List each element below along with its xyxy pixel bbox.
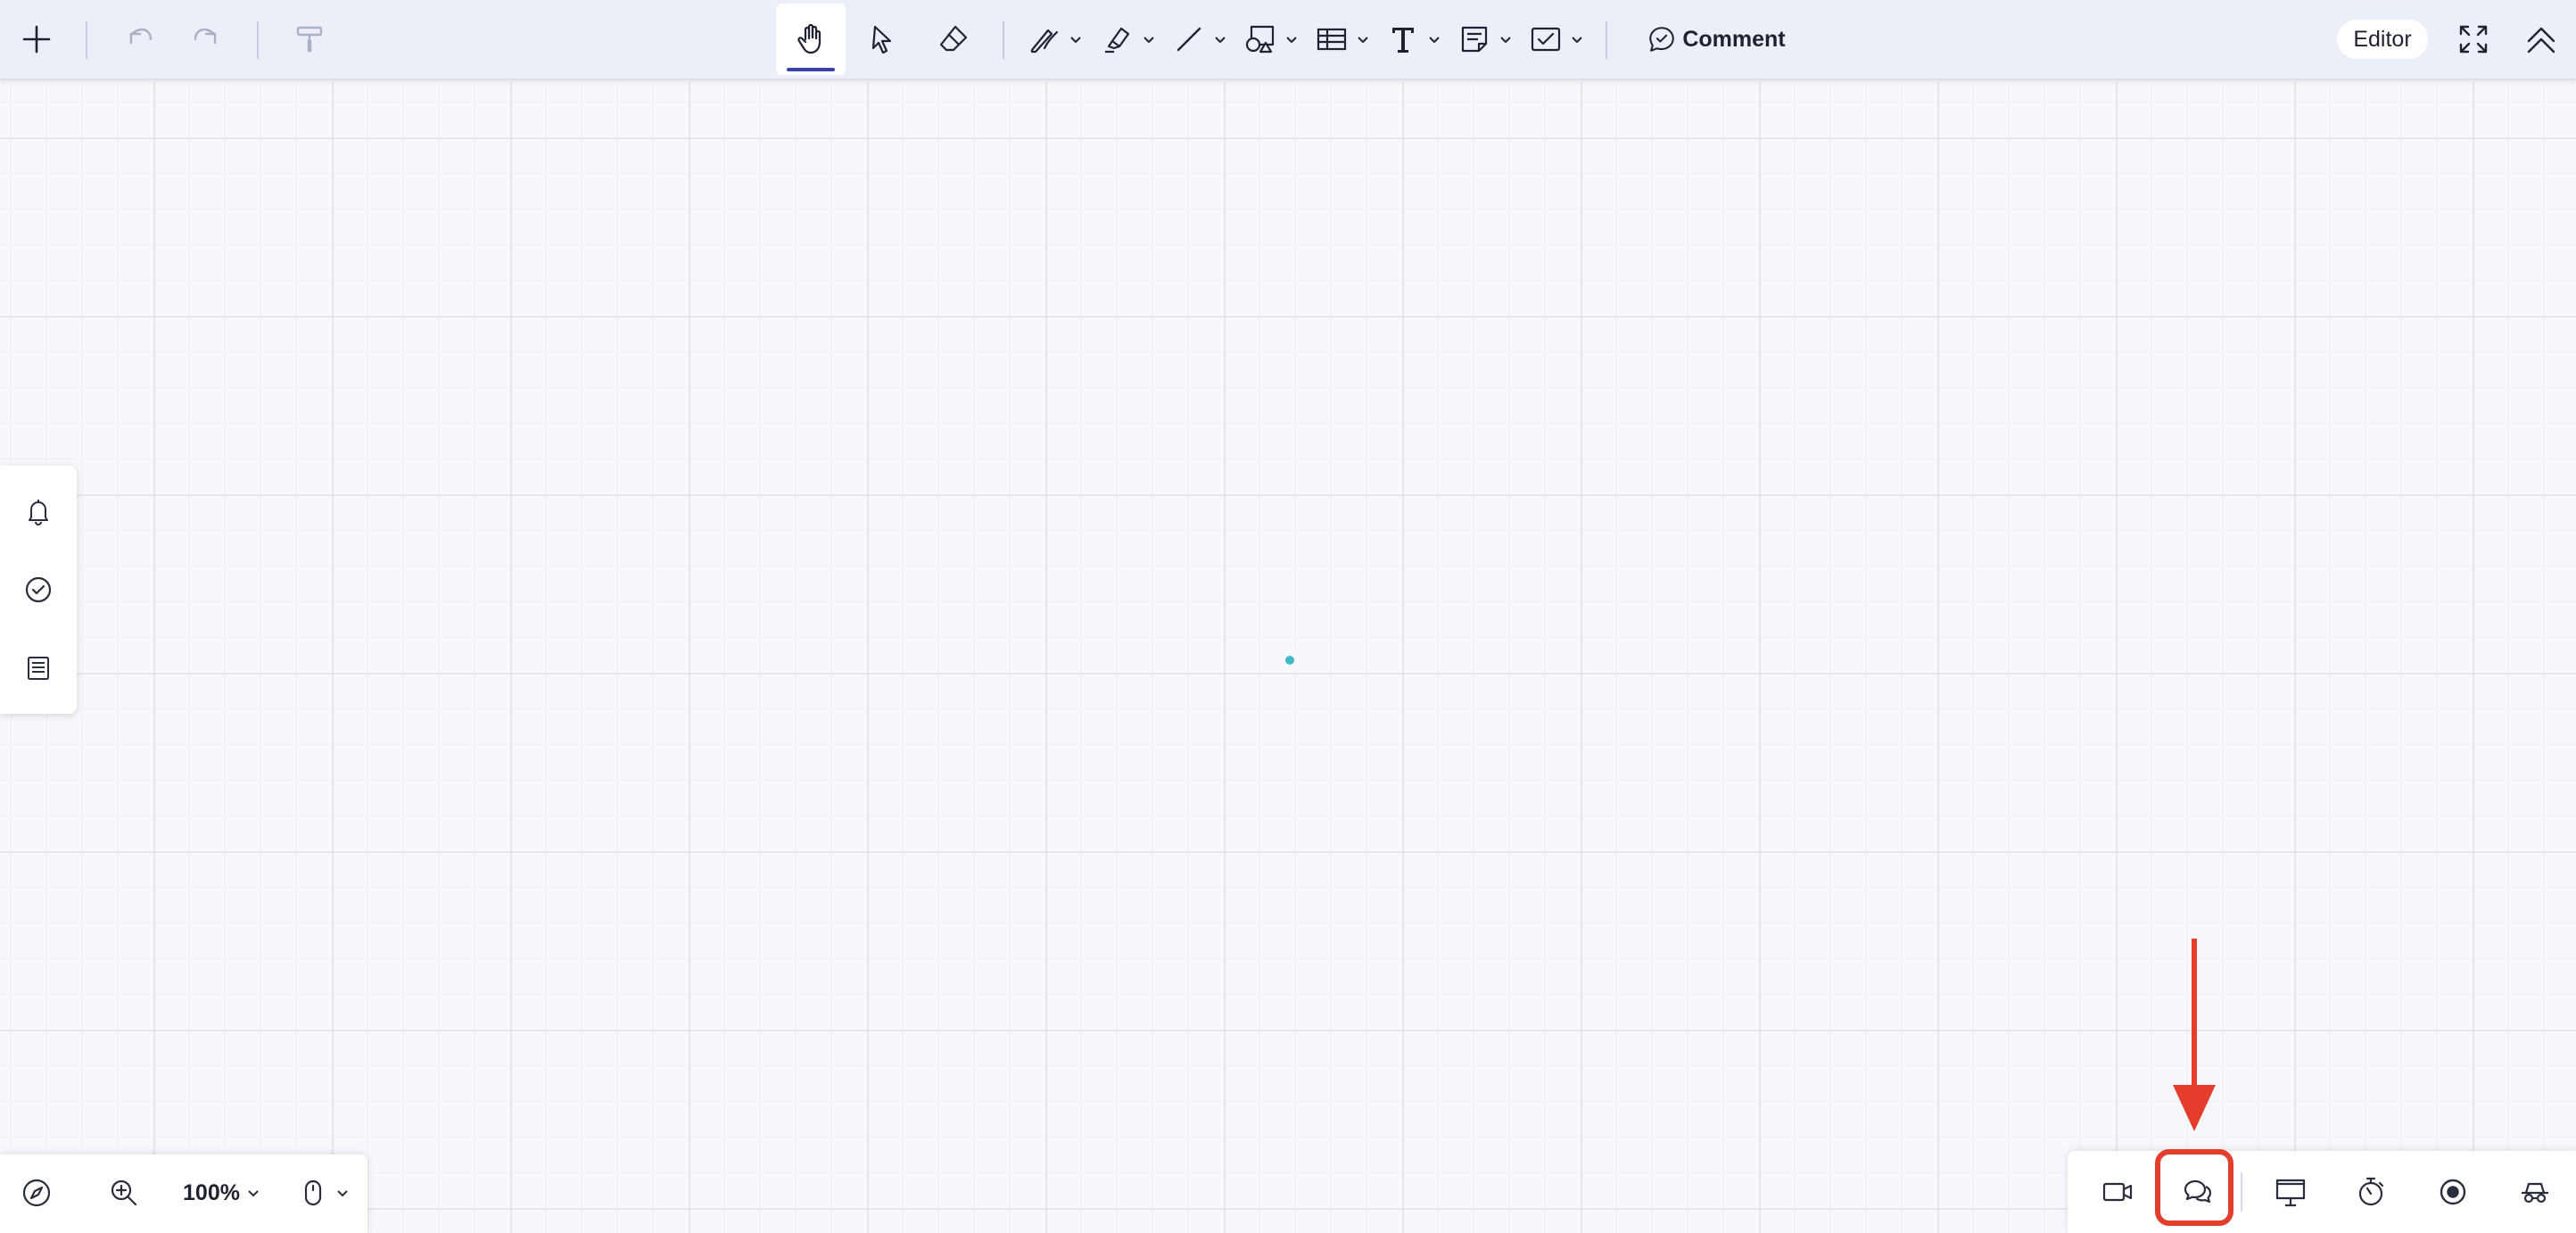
paint-roller-icon — [296, 26, 323, 53]
pen-tool-button[interactable] — [1024, 12, 1086, 66]
zoom-level-value: 100% — [183, 1179, 240, 1205]
comment-icon — [1649, 27, 1675, 52]
zoom-in-button[interactable] — [102, 1171, 146, 1215]
undo-icon — [129, 28, 153, 45]
format-painter-button[interactable] — [289, 12, 330, 66]
checklist-tool-button[interactable] — [1525, 12, 1588, 66]
redo-icon — [194, 28, 217, 45]
notifications-button[interactable] — [16, 489, 61, 534]
editor-role-label: Editor — [2353, 26, 2412, 52]
pen-icon — [1030, 29, 1059, 54]
list-icon — [28, 657, 49, 680]
pointer-icon — [871, 25, 892, 54]
timer-button[interactable] — [2346, 1169, 2396, 1215]
chevron-down-icon — [1215, 37, 1226, 44]
eraser-icon — [939, 25, 968, 52]
private-mode-button[interactable] — [2510, 1169, 2560, 1215]
record-button[interactable] — [2428, 1169, 2478, 1215]
sticky-note-tool-button[interactable] — [1454, 12, 1516, 66]
table-icon — [1317, 28, 1347, 51]
text-tool-button[interactable] — [1383, 12, 1445, 66]
zoom-bar: 100% — [0, 1154, 367, 1233]
record-icon — [2440, 1179, 2466, 1205]
collapse-up-icon — [2527, 27, 2555, 54]
chevron-down-icon — [1358, 37, 1368, 44]
comment-button[interactable]: Comment — [1636, 12, 1796, 66]
whiteboard-app: Comment Editor 100% — [0, 0, 2576, 1233]
table-tool-button[interactable] — [1311, 12, 1374, 66]
bell-icon — [29, 500, 48, 525]
input-mode-dropdown[interactable] — [291, 1171, 357, 1215]
shapes-icon — [1245, 25, 1275, 54]
navigator-button[interactable] — [14, 1171, 59, 1215]
chevron-down-icon — [1144, 37, 1154, 44]
chevron-down-icon — [1429, 37, 1440, 44]
undo-button[interactable] — [120, 12, 161, 66]
canvas-center-dot — [1285, 656, 1294, 665]
eraser-tool-button[interactable] — [933, 12, 974, 66]
compass-icon — [22, 1179, 51, 1207]
chat-button[interactable] — [2173, 1169, 2223, 1215]
redo-button[interactable] — [186, 12, 227, 66]
text-icon — [1392, 28, 1414, 53]
chat-icon — [2184, 1179, 2212, 1204]
outline-button[interactable] — [16, 646, 61, 691]
highlighter-icon — [1105, 27, 1130, 54]
hand-icon — [797, 23, 822, 54]
top-toolbar: Comment Editor — [0, 0, 2576, 80]
toolbar-divider — [257, 21, 259, 59]
video-icon — [2102, 1182, 2133, 1202]
collaboration-bar — [2068, 1151, 2576, 1233]
timer-icon — [2358, 1177, 2384, 1206]
hand-tool-button[interactable] — [776, 4, 846, 75]
chevron-down-icon — [248, 1190, 259, 1197]
collab-divider — [2241, 1172, 2242, 1212]
checkbox-icon — [1531, 27, 1561, 52]
chevron-down-icon — [337, 1190, 348, 1197]
line-tool-button[interactable] — [1168, 12, 1231, 66]
add-button[interactable] — [16, 12, 57, 66]
chevron-down-icon — [1286, 37, 1297, 44]
plus-icon — [22, 25, 51, 54]
highlighter-tool-button[interactable] — [1097, 12, 1160, 66]
chevron-down-icon — [1572, 37, 1582, 44]
toolbar-divider — [1003, 21, 1004, 59]
mouse-icon — [304, 1179, 322, 1206]
fullscreen-button[interactable] — [2453, 12, 2494, 66]
select-tool-button[interactable] — [862, 12, 903, 66]
chevron-down-icon — [1070, 37, 1081, 44]
editor-role-badge[interactable]: Editor — [2337, 20, 2428, 59]
shapes-tool-button[interactable] — [1240, 12, 1302, 66]
comment-label: Comment — [1682, 26, 1786, 52]
zoom-level-dropdown[interactable]: 100% — [175, 1171, 269, 1215]
chevron-down-icon — [1500, 37, 1511, 44]
incognito-icon — [2522, 1182, 2548, 1204]
toolbar-divider — [1606, 21, 1607, 59]
collapse-toolbar-button[interactable] — [2521, 12, 2562, 66]
left-side-panel — [0, 466, 77, 714]
present-icon — [2275, 1179, 2306, 1207]
expand-icon — [2459, 25, 2488, 54]
presentation-button[interactable] — [2266, 1169, 2316, 1215]
video-call-button[interactable] — [2093, 1169, 2143, 1215]
toolbar-divider — [86, 21, 87, 59]
annotation-arrow — [2173, 939, 2216, 1131]
tasks-button[interactable] — [16, 567, 61, 612]
check-circle-icon — [25, 576, 52, 603]
line-icon — [1177, 27, 1201, 52]
zoom-in-icon — [111, 1179, 137, 1206]
sticky-note-icon — [1461, 26, 1488, 53]
